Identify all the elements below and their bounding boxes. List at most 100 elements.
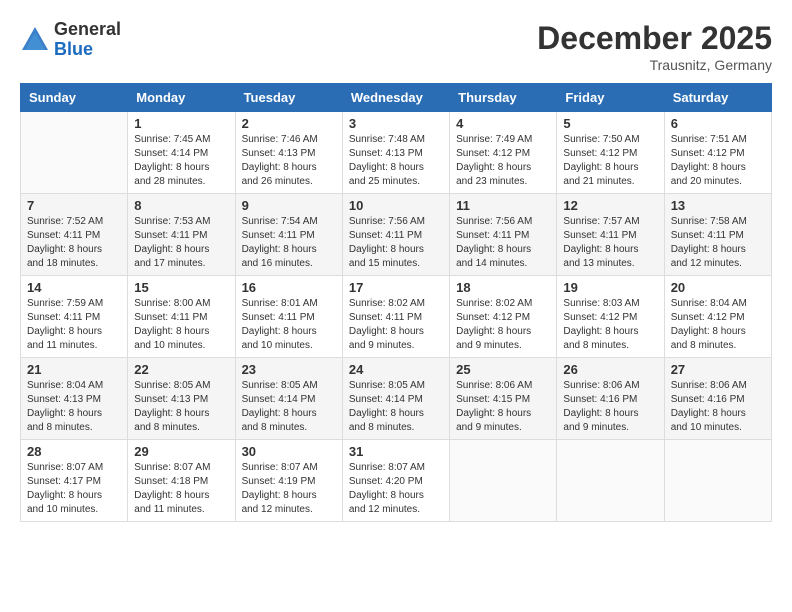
calendar-day-cell: 30 Sunrise: 8:07 AM Sunset: 4:19 PM Dayli… bbox=[235, 440, 342, 522]
calendar-day-cell: 29Sunrise: 8:07 AM Sunset: 4:18 PM Dayli… bbox=[128, 440, 235, 522]
day-info: Sunrise: 7:56 AM Sunset: 4:11 PM Dayligh… bbox=[456, 215, 550, 271]
day-info: Sunrise: 8:06 AM Sunset: 4:16 PM Dayligh… bbox=[671, 379, 765, 435]
day-number: 31 bbox=[349, 444, 443, 459]
day-info: Sunrise: 8:05 AM Sunset: 4:14 PM Dayligh… bbox=[242, 379, 336, 435]
day-info: Sunrise: 7:56 AM Sunset: 4:11 PM Dayligh… bbox=[349, 215, 443, 271]
day-info: Sunrise: 8:01 AM Sunset: 4:11 PM Dayligh… bbox=[242, 297, 336, 353]
day-info: Sunrise: 8:06 AM Sunset: 4:16 PM Dayligh… bbox=[563, 379, 657, 435]
calendar-day-cell: 16 Sunrise: 8:01 AM Sunset: 4:11 PM Dayli… bbox=[235, 276, 342, 358]
day-info: Sunrise: 8:07 AM Sunset: 4:20 PM Dayligh… bbox=[349, 461, 443, 517]
day-number: 24 bbox=[349, 362, 443, 377]
day-number: 3 bbox=[349, 116, 443, 131]
day-number: 23 bbox=[242, 362, 336, 377]
calendar-day-cell bbox=[450, 440, 557, 522]
day-info: Sunrise: 7:58 AM Sunset: 4:11 PM Dayligh… bbox=[671, 215, 765, 271]
logo-icon bbox=[20, 25, 50, 55]
day-info: Sunrise: 7:57 AM Sunset: 4:11 PM Dayligh… bbox=[563, 215, 657, 271]
day-number: 11 bbox=[456, 198, 550, 213]
calendar-day-cell: 5 Sunrise: 7:50 AM Sunset: 4:12 PM Daylig… bbox=[557, 112, 664, 194]
day-info: Sunrise: 8:05 AM Sunset: 4:13 PM Dayligh… bbox=[134, 379, 228, 435]
day-info: Sunrise: 8:00 AM Sunset: 4:11 PM Dayligh… bbox=[134, 297, 228, 353]
day-number: 28 bbox=[27, 444, 121, 459]
calendar-week-row: 1 Sunrise: 7:45 AM Sunset: 4:14 PM Daylig… bbox=[21, 112, 772, 194]
day-number: 21 bbox=[27, 362, 121, 377]
day-number: 1 bbox=[134, 116, 228, 131]
day-info: Sunrise: 7:52 AM Sunset: 4:11 PM Dayligh… bbox=[27, 215, 121, 271]
day-number: 7 bbox=[27, 198, 121, 213]
title-block: December 2025 Trausnitz, Germany bbox=[537, 20, 772, 73]
calendar-day-cell: 18 Sunrise: 8:02 AM Sunset: 4:12 PM Dayli… bbox=[450, 276, 557, 358]
calendar-day-cell: 3Sunrise: 7:48 AM Sunset: 4:13 PM Daylig… bbox=[342, 112, 449, 194]
calendar-day-cell: 12 Sunrise: 7:57 AM Sunset: 4:11 PM Dayli… bbox=[557, 194, 664, 276]
day-info: Sunrise: 7:45 AM Sunset: 4:14 PM Dayligh… bbox=[134, 133, 228, 189]
calendar-day-cell: 22 Sunrise: 8:05 AM Sunset: 4:13 PM Dayli… bbox=[128, 358, 235, 440]
day-number: 5 bbox=[563, 116, 657, 131]
weekday-header-saturday: Saturday bbox=[664, 84, 771, 112]
day-info: Sunrise: 8:06 AM Sunset: 4:15 PM Dayligh… bbox=[456, 379, 550, 435]
calendar-day-cell: 31 Sunrise: 8:07 AM Sunset: 4:20 PM Dayli… bbox=[342, 440, 449, 522]
day-number: 2 bbox=[242, 116, 336, 131]
day-number: 18 bbox=[456, 280, 550, 295]
day-number: 27 bbox=[671, 362, 765, 377]
day-number: 22 bbox=[134, 362, 228, 377]
day-number: 26 bbox=[563, 362, 657, 377]
day-number: 10 bbox=[349, 198, 443, 213]
month-title: December 2025 bbox=[537, 20, 772, 57]
logo-general-text: General bbox=[54, 20, 121, 40]
day-info: Sunrise: 8:04 AM Sunset: 4:12 PM Dayligh… bbox=[671, 297, 765, 353]
calendar-week-row: 21 Sunrise: 8:04 AM Sunset: 4:13 PM Dayli… bbox=[21, 358, 772, 440]
day-info: Sunrise: 7:53 AM Sunset: 4:11 PM Dayligh… bbox=[134, 215, 228, 271]
calendar-day-cell bbox=[557, 440, 664, 522]
day-number: 19 bbox=[563, 280, 657, 295]
day-info: Sunrise: 7:46 AM Sunset: 4:13 PM Dayligh… bbox=[242, 133, 336, 189]
day-number: 29 bbox=[134, 444, 228, 459]
calendar-day-cell: 27 Sunrise: 8:06 AM Sunset: 4:16 PM Dayli… bbox=[664, 358, 771, 440]
weekday-header-row: SundayMondayTuesdayWednesdayThursdayFrid… bbox=[21, 84, 772, 112]
calendar-day-cell: 8 Sunrise: 7:53 AM Sunset: 4:11 PM Daylig… bbox=[128, 194, 235, 276]
calendar-day-cell: 20Sunrise: 8:04 AM Sunset: 4:12 PM Dayli… bbox=[664, 276, 771, 358]
calendar-day-cell: 1 Sunrise: 7:45 AM Sunset: 4:14 PM Daylig… bbox=[128, 112, 235, 194]
calendar-day-cell: 24 Sunrise: 8:05 AM Sunset: 4:14 PM Dayli… bbox=[342, 358, 449, 440]
day-info: Sunrise: 7:59 AM Sunset: 4:11 PM Dayligh… bbox=[27, 297, 121, 353]
day-info: Sunrise: 8:03 AM Sunset: 4:12 PM Dayligh… bbox=[563, 297, 657, 353]
day-number: 30 bbox=[242, 444, 336, 459]
weekday-header-friday: Friday bbox=[557, 84, 664, 112]
calendar-day-cell bbox=[664, 440, 771, 522]
calendar-week-row: 14 Sunrise: 7:59 AM Sunset: 4:11 PM Dayli… bbox=[21, 276, 772, 358]
day-number: 6 bbox=[671, 116, 765, 131]
weekday-header-sunday: Sunday bbox=[21, 84, 128, 112]
day-info: Sunrise: 8:02 AM Sunset: 4:12 PM Dayligh… bbox=[456, 297, 550, 353]
weekday-header-wednesday: Wednesday bbox=[342, 84, 449, 112]
day-info: Sunrise: 8:04 AM Sunset: 4:13 PM Dayligh… bbox=[27, 379, 121, 435]
day-number: 15 bbox=[134, 280, 228, 295]
calendar-day-cell: 14 Sunrise: 7:59 AM Sunset: 4:11 PM Dayli… bbox=[21, 276, 128, 358]
calendar-week-row: 28 Sunrise: 8:07 AM Sunset: 4:17 PM Dayli… bbox=[21, 440, 772, 522]
day-number: 4 bbox=[456, 116, 550, 131]
calendar-day-cell: 17Sunrise: 8:02 AM Sunset: 4:11 PM Dayli… bbox=[342, 276, 449, 358]
day-number: 12 bbox=[563, 198, 657, 213]
logo-blue-text: Blue bbox=[54, 40, 121, 60]
weekday-header-thursday: Thursday bbox=[450, 84, 557, 112]
day-info: Sunrise: 7:51 AM Sunset: 4:12 PM Dayligh… bbox=[671, 133, 765, 189]
logo: General Blue bbox=[20, 20, 121, 60]
calendar-day-cell: 25Sunrise: 8:06 AM Sunset: 4:15 PM Dayli… bbox=[450, 358, 557, 440]
day-info: Sunrise: 8:07 AM Sunset: 4:17 PM Dayligh… bbox=[27, 461, 121, 517]
day-info: Sunrise: 7:54 AM Sunset: 4:11 PM Dayligh… bbox=[242, 215, 336, 271]
day-info: Sunrise: 8:07 AM Sunset: 4:19 PM Dayligh… bbox=[242, 461, 336, 517]
calendar-day-cell: 28 Sunrise: 8:07 AM Sunset: 4:17 PM Dayli… bbox=[21, 440, 128, 522]
calendar-table: SundayMondayTuesdayWednesdayThursdayFrid… bbox=[20, 83, 772, 522]
calendar-day-cell: 10 Sunrise: 7:56 AM Sunset: 4:11 PM Dayli… bbox=[342, 194, 449, 276]
day-info: Sunrise: 7:50 AM Sunset: 4:12 PM Dayligh… bbox=[563, 133, 657, 189]
day-info: Sunrise: 8:05 AM Sunset: 4:14 PM Dayligh… bbox=[349, 379, 443, 435]
calendar-day-cell: 15 Sunrise: 8:00 AM Sunset: 4:11 PM Dayli… bbox=[128, 276, 235, 358]
calendar-day-cell bbox=[21, 112, 128, 194]
day-number: 8 bbox=[134, 198, 228, 213]
day-number: 14 bbox=[27, 280, 121, 295]
day-number: 16 bbox=[242, 280, 336, 295]
calendar-day-cell: 21 Sunrise: 8:04 AM Sunset: 4:13 PM Dayli… bbox=[21, 358, 128, 440]
calendar-day-cell: 2 Sunrise: 7:46 AM Sunset: 4:13 PM Daylig… bbox=[235, 112, 342, 194]
location-label: Trausnitz, Germany bbox=[537, 57, 772, 73]
calendar-day-cell: 6 Sunrise: 7:51 AM Sunset: 4:12 PM Daylig… bbox=[664, 112, 771, 194]
calendar-day-cell: 7 Sunrise: 7:52 AM Sunset: 4:11 PM Daylig… bbox=[21, 194, 128, 276]
day-info: Sunrise: 7:49 AM Sunset: 4:12 PM Dayligh… bbox=[456, 133, 550, 189]
